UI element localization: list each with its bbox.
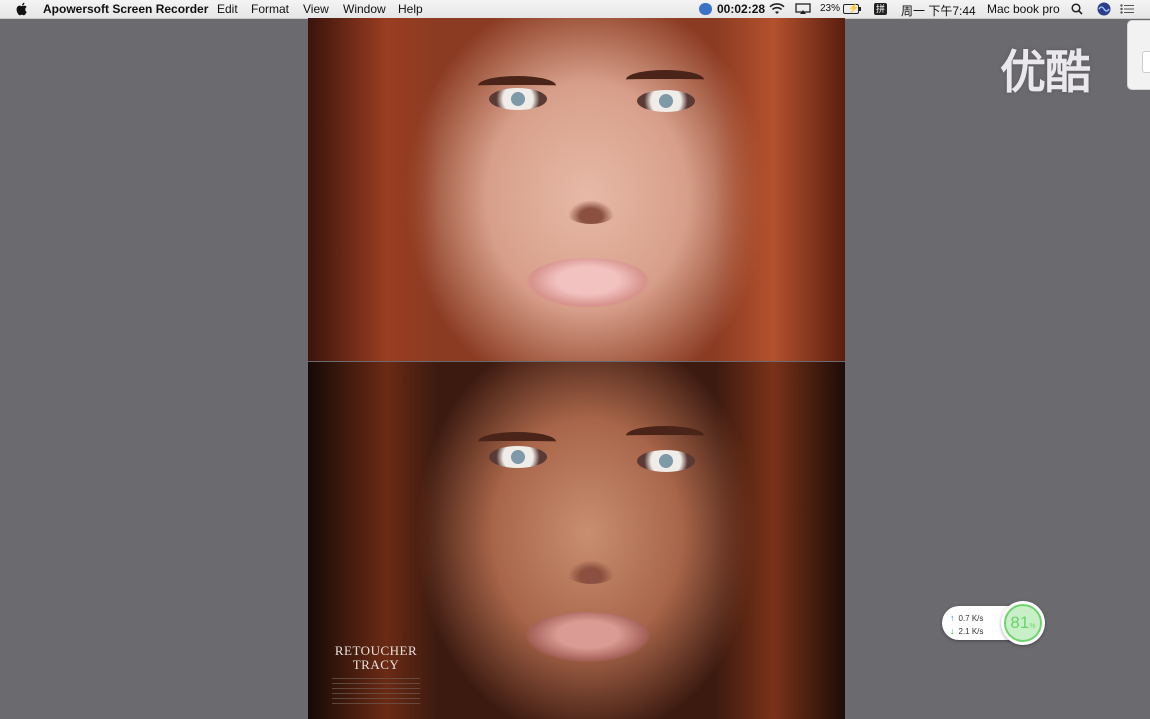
eye-right xyxy=(637,450,695,472)
eyebrow-right xyxy=(626,426,704,445)
memory-gauge-ring: 81% xyxy=(1004,604,1042,642)
hair-left xyxy=(308,18,438,361)
airplay-icon[interactable] xyxy=(795,3,811,15)
battery-icon[interactable]: ⚡ xyxy=(843,3,861,14)
siri-icon[interactable] xyxy=(1097,2,1111,16)
memory-percent: 81 xyxy=(1010,613,1030,632)
menu-bar: Apowersoft Screen Recorder Edit Format V… xyxy=(0,0,1150,19)
caption-line-2: TRACY xyxy=(352,657,400,672)
menu-edit[interactable]: Edit xyxy=(217,2,238,16)
recording-timer[interactable]: 00:02:28 xyxy=(717,2,765,16)
side-panel[interactable] xyxy=(1127,20,1150,90)
recording-icon[interactable] xyxy=(699,3,712,15)
caption-line-1: RETOUCHER xyxy=(334,643,418,658)
memory-gauge[interactable]: 81% xyxy=(1001,601,1045,645)
wifi-icon[interactable] xyxy=(769,3,785,15)
hair-right xyxy=(715,18,845,361)
notification-list-icon[interactable] xyxy=(1120,4,1134,14)
menu-view[interactable]: View xyxy=(303,2,329,16)
youku-watermark: 优酷 xyxy=(1000,46,1091,98)
lips xyxy=(526,612,650,662)
ime-icon[interactable]: 拼 xyxy=(874,3,887,15)
menu-clock[interactable]: 周一 下午7:44 xyxy=(901,2,976,19)
user-name[interactable]: Mac book pro xyxy=(987,2,1060,16)
download-arrow-icon: ↓ xyxy=(950,626,955,636)
eye-right xyxy=(637,90,695,112)
search-icon[interactable] xyxy=(1071,3,1083,15)
upload-arrow-icon: ↑ xyxy=(950,613,955,623)
menu-window[interactable]: Window xyxy=(343,2,386,16)
eyebrow-right xyxy=(626,70,704,89)
app-menu[interactable]: Apowersoft Screen Recorder xyxy=(43,2,208,16)
eye-left xyxy=(489,88,547,110)
retoucher-caption: RETOUCHER TRACY xyxy=(332,644,420,708)
battery-percent: 23% xyxy=(820,3,841,14)
menu-help[interactable]: Help xyxy=(398,2,423,16)
hair-right xyxy=(715,362,845,719)
caption-fine-print xyxy=(332,678,420,708)
apple-icon[interactable] xyxy=(15,2,28,16)
nose xyxy=(565,558,617,584)
nose xyxy=(565,198,617,224)
side-panel-button[interactable] xyxy=(1142,51,1150,73)
lips xyxy=(526,258,650,308)
menu-format[interactable]: Format xyxy=(251,2,289,16)
portrait-before-photo xyxy=(308,18,845,361)
download-speed: 2.1 K/s xyxy=(958,626,984,636)
eye-left xyxy=(489,446,547,468)
memory-percent-unit: % xyxy=(1029,623,1036,630)
portrait-after-photo: RETOUCHER TRACY xyxy=(308,362,845,719)
upload-speed: 0.7 K/s xyxy=(958,613,984,623)
